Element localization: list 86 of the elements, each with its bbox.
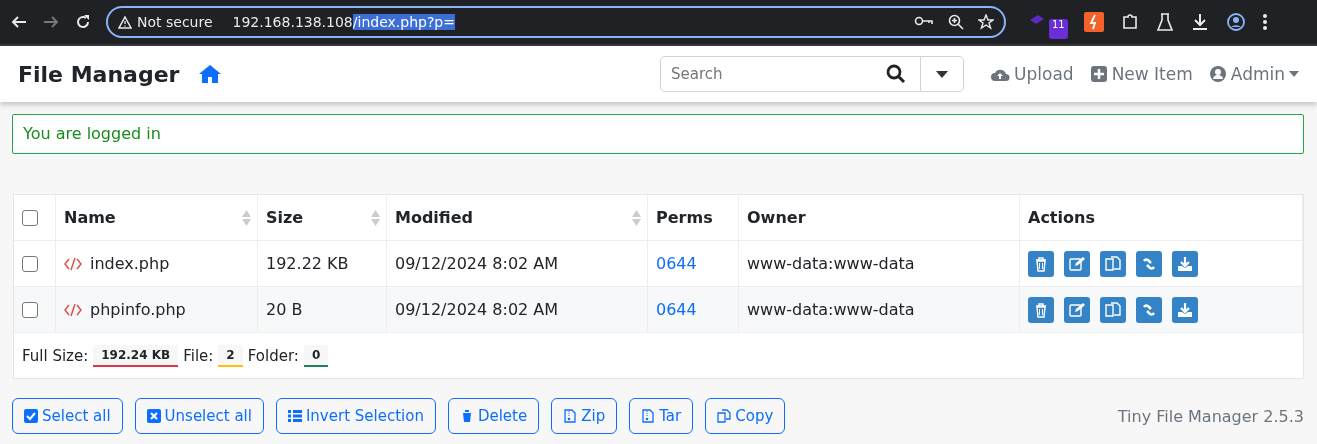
column-header[interactable]: Name (55, 195, 258, 241)
copy-icon (1105, 301, 1121, 318)
extension-icon[interactable] (1083, 12, 1104, 32)
column-header: Perms (647, 195, 739, 241)
archive-button[interactable]: Zip (551, 398, 618, 434)
download-button[interactable] (1172, 250, 1198, 277)
edit-button[interactable] (1064, 250, 1090, 277)
edit-icon (1069, 255, 1085, 272)
summary-label: File: (183, 346, 214, 365)
download-button[interactable] (1172, 296, 1198, 323)
file-owner: www-data:www-data (738, 240, 1020, 287)
copy-button[interactable] (1100, 250, 1126, 277)
cross-button[interactable]: Unselect all (134, 398, 264, 434)
summary-value: 0 (303, 344, 329, 367)
link-button[interactable] (1136, 250, 1162, 277)
edit-icon (1069, 301, 1085, 318)
list-icon (287, 409, 302, 423)
file-size: 192.22 KB (257, 240, 387, 287)
copy-button[interactable] (1100, 296, 1126, 323)
trash-button[interactable]: Delete (447, 398, 540, 434)
security-label[interactable]: Not secure (137, 14, 213, 30)
code-icon (64, 302, 82, 317)
app-title[interactable]: File Manager (18, 61, 180, 87)
search-icon[interactable] (886, 64, 907, 84)
key-icon[interactable] (914, 14, 934, 28)
menu-icon[interactable] (1261, 13, 1268, 31)
search-box[interactable]: Search (660, 56, 965, 92)
row-checkbox[interactable] (22, 301, 38, 318)
caret-icon[interactable] (936, 70, 949, 78)
profile-icon[interactable] (1225, 12, 1246, 32)
trash-button[interactable] (1028, 250, 1054, 277)
modified-date: 09/12/2024 8:02 AM (386, 286, 648, 333)
copy-icon (1105, 255, 1121, 272)
column-header: Owner (738, 195, 1020, 241)
upload-menu[interactable]: Upload (990, 64, 1074, 84)
search-field[interactable]: Search (661, 57, 887, 91)
column-header: Actions (1019, 195, 1303, 241)
plus-icon (1089, 65, 1108, 83)
permissions-link[interactable]: 0644 (656, 300, 697, 319)
file-size: 20 B (257, 286, 387, 333)
zoom-icon[interactable] (948, 14, 964, 30)
home-icon[interactable] (199, 64, 222, 84)
flask-icon[interactable] (1155, 12, 1174, 32)
summary-value: 192.24 KB (93, 344, 179, 367)
alert-message: You are logged in (12, 114, 1304, 154)
user-icon (1208, 65, 1227, 83)
user-menu[interactable]: Admin (1208, 64, 1299, 84)
select-all-checkbox[interactable] (22, 209, 38, 226)
warning-icon (118, 15, 132, 29)
version-label: Tiny File Manager 2.5.3 (1117, 406, 1304, 426)
caret-icon (1289, 71, 1299, 77)
archive-button[interactable]: Tar (629, 398, 694, 434)
file-owner: www-data:www-data (738, 286, 1020, 333)
row-checkbox[interactable] (22, 255, 38, 272)
reload-icon[interactable] (74, 13, 92, 31)
url-host: 192.168.138.108 (232, 14, 353, 30)
modified-date: 09/12/2024 8:02 AM (386, 240, 648, 287)
edit-button[interactable] (1064, 296, 1090, 323)
checkbox-icon (24, 409, 38, 423)
download-icon (1177, 255, 1193, 272)
link-button[interactable] (1136, 296, 1162, 323)
copy-button[interactable]: Copy (705, 398, 786, 434)
file-name[interactable]: index.php (90, 254, 170, 273)
column-header[interactable]: Size (257, 195, 387, 241)
list-button[interactable]: Invert Selection (275, 398, 436, 434)
zip-file-icon (563, 409, 578, 423)
zip-file-icon (641, 409, 656, 423)
address-bar[interactable]: Not secure 192.168.138.108/index.php?p= (106, 6, 1006, 38)
copy-icon (717, 409, 732, 423)
star-icon[interactable] (978, 14, 994, 30)
file-name[interactable]: phpinfo.php (90, 300, 186, 319)
close-icon (146, 409, 161, 423)
summary-value: 2 (218, 344, 243, 367)
summary-label: Full Size: (22, 346, 89, 365)
new-menu[interactable]: New Item (1089, 64, 1193, 84)
trash-button[interactable] (1028, 296, 1054, 323)
trash-icon (1033, 301, 1049, 318)
column-header[interactable]: Modified (386, 195, 648, 241)
trash-icon (1033, 255, 1049, 272)
code-icon (64, 256, 82, 271)
check-button[interactable]: Select all (12, 398, 123, 434)
summary-label: Folder: (247, 346, 299, 365)
url-path: /index.php?p= (352, 14, 455, 30)
permissions-link[interactable]: 0644 (656, 254, 697, 273)
extension-badge: 11 (1049, 19, 1068, 39)
download-icon (1177, 301, 1193, 318)
